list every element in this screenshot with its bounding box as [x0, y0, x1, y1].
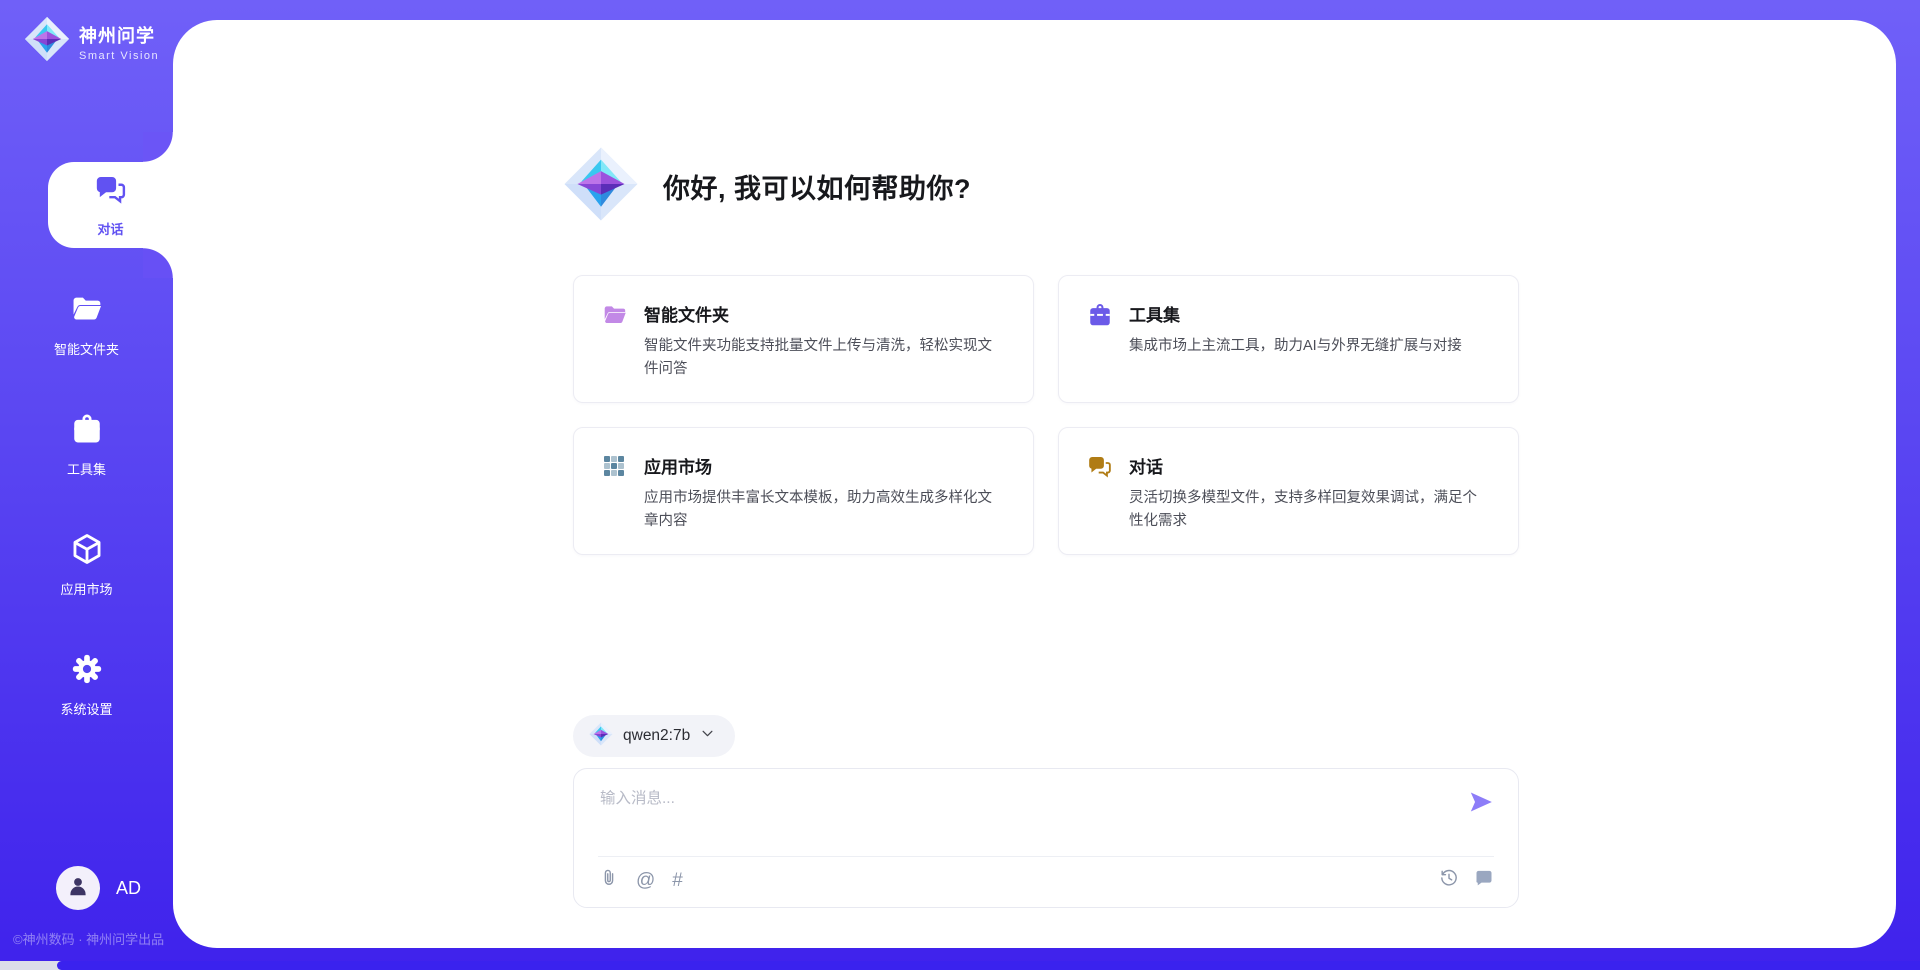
card-title: 智能文件夹: [644, 301, 1005, 326]
sidebar-item-smart-folder[interactable]: 智能文件夹: [0, 282, 173, 368]
feature-cards: 智能文件夹 智能文件夹功能支持批量文件上传与清洗，轻松实现文件问答 工具集 集成…: [573, 275, 1519, 555]
brand-name: 神州问学: [79, 22, 159, 48]
copyright-text: ©神州数码 · 神州问学出品: [13, 929, 164, 948]
user-profile[interactable]: AD: [0, 866, 173, 910]
model-name: qwen2:7b: [623, 727, 690, 745]
topic-button[interactable]: #: [672, 871, 683, 890]
sidebar-item-chat[interactable]: 对话: [48, 162, 173, 248]
card-description: 智能文件夹功能支持批量文件上传与清洗，轻松实现文件问答: [644, 335, 1005, 382]
diamond-logo-icon: [589, 722, 613, 751]
grid-icon: [602, 454, 628, 529]
sidebar-item-toolset[interactable]: 工具集: [0, 402, 173, 488]
sidebar-item-label: 工具集: [67, 459, 106, 478]
message-icon: [1474, 868, 1494, 892]
history-button[interactable]: [1439, 868, 1459, 892]
greeting-title: 你好, 我可以如何帮助你?: [663, 167, 971, 206]
history-icon: [1439, 868, 1459, 892]
diamond-logo-icon: [24, 16, 70, 67]
mention-button[interactable]: @: [636, 871, 655, 890]
brand-subtitle: Smart Vision: [79, 50, 159, 62]
sidebar-item-label: 系统设置: [60, 699, 112, 718]
folder-icon: [602, 302, 628, 377]
card-title: 对话: [1129, 453, 1490, 478]
card-app-market[interactable]: 应用市场 应用市场提供丰富长文本模板，助力高效生成多样化文章内容: [573, 427, 1034, 555]
person-icon: [65, 873, 91, 904]
greeting-section: 你好, 我可以如何帮助你?: [563, 146, 971, 227]
toolbox-icon: [1087, 302, 1113, 377]
send-icon: [1468, 803, 1494, 818]
chat-icon: [1087, 454, 1113, 529]
message-composer: @ #: [573, 768, 1519, 908]
toolbox-icon: [70, 412, 104, 451]
conversations-button[interactable]: [1474, 868, 1494, 892]
folder-icon: [70, 292, 104, 331]
gear-icon: [70, 652, 104, 691]
chat-icon: [94, 173, 128, 212]
message-input[interactable]: [600, 786, 1440, 844]
sidebar-item-label: 智能文件夹: [54, 339, 119, 358]
avatar: [56, 866, 100, 910]
user-initials: AD: [116, 878, 141, 899]
chevron-down-icon: [700, 726, 715, 746]
cube-icon: [70, 532, 104, 571]
model-selector[interactable]: qwen2:7b: [573, 715, 735, 757]
main-panel: 你好, 我可以如何帮助你? 智能文件夹 智能文件夹功能支持批量文件上传与清洗，轻…: [173, 20, 1896, 948]
sidebar-item-label: 对话: [97, 219, 123, 238]
paperclip-icon: [599, 868, 619, 892]
card-smart-folder[interactable]: 智能文件夹 智能文件夹功能支持批量文件上传与清洗，轻松实现文件问答: [573, 275, 1034, 403]
sidebar-item-label: 应用市场: [60, 579, 112, 598]
sidebar-item-settings[interactable]: 系统设置: [0, 642, 173, 728]
composer-divider: [598, 856, 1494, 857]
attach-file-button[interactable]: [599, 868, 619, 892]
card-toolset[interactable]: 工具集 集成市场上主流工具，助力AI与外界无缝扩展与对接: [1058, 275, 1519, 403]
card-chat[interactable]: 对话 灵活切换多模型文件，支持多样回复效果调试，满足个性化需求: [1058, 427, 1519, 555]
card-title: 工具集: [1129, 301, 1462, 326]
card-description: 应用市场提供丰富长文本模板，助力高效生成多样化文章内容: [644, 487, 1005, 534]
scrollbar-thumb[interactable]: [57, 961, 1920, 970]
sidebar-nav: 对话 智能文件夹 工具集 应用市场 系统设置: [0, 162, 173, 728]
card-title: 应用市场: [644, 453, 1005, 478]
send-button[interactable]: [1468, 789, 1494, 815]
diamond-logo-icon: [563, 146, 639, 227]
brand-logo: 神州问学 Smart Vision: [0, 0, 173, 67]
sidebar-item-app-market[interactable]: 应用市场: [0, 522, 173, 608]
horizontal-scrollbar[interactable]: [0, 961, 1920, 970]
sidebar: 神州问学 Smart Vision 对话 智能文件夹 工具集: [0, 0, 173, 960]
card-description: 集成市场上主流工具，助力AI与外界无缝扩展与对接: [1129, 335, 1462, 358]
card-description: 灵活切换多模型文件，支持多样回复效果调试，满足个性化需求: [1129, 487, 1490, 534]
